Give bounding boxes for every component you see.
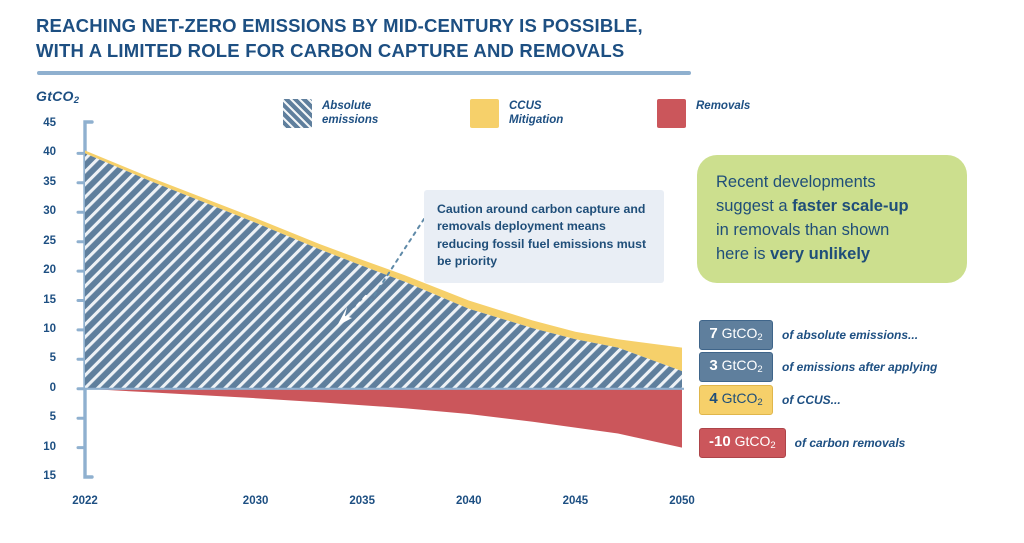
value-chip-unit-3: GtCO (734, 433, 771, 449)
y-tick-label: 10 (43, 322, 56, 335)
green-callout-line1: Recent developments (716, 173, 876, 191)
y-tick-label: 30 (43, 205, 56, 218)
value-chip-sub-2: 2 (757, 397, 763, 408)
x-tick-label: 2030 (242, 495, 269, 507)
y-tick-label: 25 (43, 234, 56, 247)
value-chip-unit-1: GtCO (721, 357, 758, 373)
y-tick-label: 10 (43, 440, 56, 453)
value-chip-unit-0: GtCO (721, 325, 758, 341)
y-tick-label: 35 (43, 175, 56, 188)
value-chip-sub-0: 2 (757, 332, 763, 343)
green-callout-line4-bold: very unlikely (770, 245, 871, 264)
green-callout-line3: in removals than shown (716, 221, 890, 240)
value-callout-absolute-emissions: 7 GtCO2 of absolute emissions... (699, 320, 918, 350)
caution-callout: Caution around carbon capture and remova… (424, 190, 664, 283)
value-callout-emissions-after-applying: 3 GtCO2 of emissions after applying (699, 352, 937, 382)
y-tick-label: 15 (43, 470, 56, 482)
value-chip-sub-3: 2 (770, 440, 776, 451)
value-chip-number-3: -10 (709, 433, 731, 450)
value-callout-ccus: 4 GtCO2 of CCUS... (699, 385, 841, 415)
value-chip-ccus: 4 GtCO2 (699, 385, 773, 415)
value-text-removals: of carbon removals (794, 435, 906, 450)
y-tick-label: 40 (43, 146, 56, 159)
value-chip-absolute-emissions: 7 GtCO2 (699, 320, 773, 350)
green-callout-line2-bold: faster scale-up (792, 197, 909, 216)
green-callout-line4-plain: here is (716, 245, 771, 264)
y-tick-label: 5 (49, 411, 56, 424)
y-tick-label: 15 (43, 293, 56, 306)
value-chip-unit-2: GtCO (721, 390, 758, 406)
x-tick-label: 2040 (456, 495, 482, 507)
value-chip-number-2: 4 (709, 390, 718, 407)
y-tick-label: 45 (43, 117, 56, 129)
value-chip-sub-1: 2 (757, 364, 763, 375)
green-callout: Recent developments suggest a faster sca… (697, 155, 967, 284)
infographic-root: REACHING NET-ZERO EMISSIONS BY MID-CENTU… (0, 0, 1024, 543)
value-chip-removals: -10 GtCO2 (699, 428, 786, 458)
x-tick-label: 2022 (72, 495, 98, 507)
value-text-emissions-after-applying: of emissions after applying (782, 359, 938, 374)
value-chip-emissions-after-applying: 3 GtCO2 (699, 352, 773, 382)
y-tick-label: 0 (49, 381, 56, 394)
area-removals (85, 388, 682, 448)
value-text-absolute-emissions: of absolute emissions... (782, 327, 919, 342)
x-tick-label: 2035 (349, 495, 375, 507)
y-tick-label: 5 (49, 352, 56, 365)
green-callout-line2-plain: suggest a (716, 197, 793, 216)
value-text-ccus: of CCUS... (782, 392, 841, 407)
value-callout-removals: -10 GtCO2 of carbon removals (699, 428, 905, 458)
x-tick-label: 2050 (669, 495, 695, 507)
x-tick-label: 2045 (562, 495, 589, 507)
y-tick-label: 20 (43, 264, 56, 277)
value-chip-number-0: 7 (709, 325, 718, 342)
value-chip-number-1: 3 (709, 357, 718, 374)
